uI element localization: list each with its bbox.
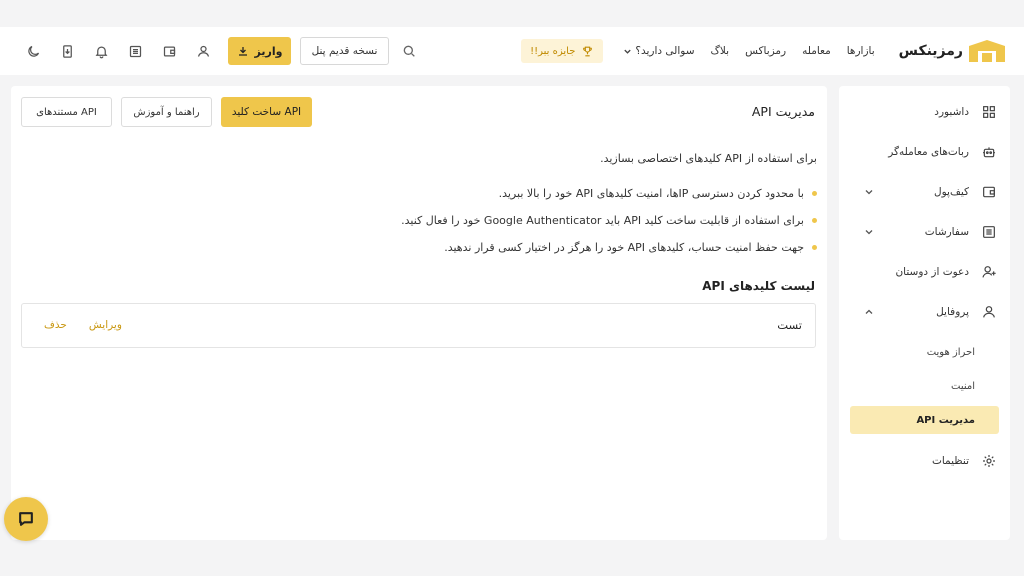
sidebar-sub-security[interactable]: امنیت <box>850 372 999 400</box>
nav-ramzbox-label: رمزباکس <box>745 45 787 57</box>
sidebar-item-dashboard[interactable]: داشبورد <box>850 97 999 127</box>
nav-markets[interactable]: بازارها <box>847 45 875 57</box>
dashboard-icon <box>981 104 997 120</box>
sidebar-item-label: ربات‌های معامله‌گر <box>888 146 969 158</box>
sidebar-sub-api[interactable]: مدیریت API <box>850 406 999 434</box>
top-header: واریز نسخه قدیم پنل رمزینکس بازارها معام… <box>0 27 1024 75</box>
sidebar-item-label: کیف‌پول <box>933 186 969 198</box>
bullet-dot <box>812 218 817 223</box>
header-actions: واریز نسخه قدیم پنل <box>22 37 417 65</box>
header-nav: رمزینکس بازارها معامله رمزباکس بلاگ سوال… <box>521 37 1005 65</box>
trophy-icon <box>583 46 593 56</box>
moon-icon[interactable] <box>22 40 44 62</box>
sidebar-item-label: داشبورد <box>934 106 969 118</box>
prize-button[interactable]: جایزه ببر!! <box>521 39 604 63</box>
deposit-button[interactable]: واریز <box>228 37 291 65</box>
intro-text: برای استفاده از API کلیدهای اختصاصی بساز… <box>600 152 817 165</box>
bullet-text: با محدود کردن دسترسی IPها، امنیت کلیدهای… <box>498 187 804 200</box>
gear-icon <box>981 453 997 469</box>
sidebar-item-invite[interactable]: دعوت از دوستان <box>850 257 999 287</box>
sidebar: داشبورد ربات‌های معامله‌گر کیف‌پول سفارش… <box>839 86 1010 540</box>
deposit-doc-icon[interactable] <box>56 40 78 62</box>
sidebar-item-orders[interactable]: سفارشات <box>850 217 999 247</box>
orders-icon <box>981 224 997 240</box>
sidebar-item-wallet[interactable]: کیف‌پول <box>850 177 999 207</box>
table-row: تست حذف ویرایش <box>21 303 816 348</box>
sidebar-item-label: دعوت از دوستان <box>895 266 969 278</box>
bell-icon[interactable] <box>90 40 112 62</box>
api-docs-button[interactable]: مستندهای API <box>21 97 112 127</box>
logo[interactable]: رمزینکس <box>899 40 1005 62</box>
edit-link[interactable]: ویرایش <box>89 319 122 331</box>
api-key-name: تست <box>777 318 802 332</box>
prize-label: جایزه ببر!! <box>530 45 576 57</box>
sidebar-sub-kyc[interactable]: احراز هویت <box>850 338 999 366</box>
nav-faq-label: سوالی دارید؟ <box>635 45 695 57</box>
chevron-down-icon[interactable] <box>864 227 874 237</box>
nav-trade-label: معامله <box>802 45 831 57</box>
nav-ramzbox[interactable]: رمزباکس <box>745 45 786 57</box>
nav-blog-label: بلاگ <box>710 45 730 57</box>
wallet-icon <box>981 184 997 200</box>
list-item: با محدود کردن دسترسی IPها، امنیت کلیدهای… <box>401 180 817 207</box>
nav-trade[interactable]: معامله <box>802 45 831 57</box>
guide-button[interactable]: راهنما و آموزش <box>121 97 212 127</box>
search-icon[interactable] <box>401 43 417 59</box>
logo-text: رمزینکس <box>898 43 964 59</box>
wallet-icon[interactable] <box>158 40 180 62</box>
old-panel-label: نسخه قدیم پنل <box>311 45 378 57</box>
bullet-text: برای استفاده از قابلیت ساخت کلید API بای… <box>401 214 804 227</box>
logo-icon <box>969 40 1005 62</box>
page-title: مدیریت API <box>751 104 815 119</box>
nav-faq[interactable]: سوالی دارید؟ <box>623 45 695 57</box>
action-buttons: مستندهای API راهنما و آموزش ساخت کلید AP… <box>21 97 312 127</box>
user-icon[interactable] <box>192 40 214 62</box>
delete-link[interactable]: حذف <box>44 319 67 331</box>
sidebar-item-label: پروفایل <box>936 306 969 318</box>
chevron-down-icon[interactable] <box>864 187 874 197</box>
list-item: برای استفاده از قابلیت ساخت کلید API بای… <box>401 207 817 234</box>
bullet-dot <box>812 245 817 250</box>
robot-icon <box>981 144 997 160</box>
bullet-dot <box>812 191 817 196</box>
sidebar-item-settings[interactable]: تنظیمات <box>850 446 999 476</box>
chat-icon <box>19 512 33 526</box>
sidebar-item-label: سفارشات <box>924 226 969 238</box>
info-bullets: با محدود کردن دسترسی IPها، امنیت کلیدهای… <box>401 180 817 261</box>
sidebar-sub-label: امنیت <box>951 380 975 392</box>
bullet-text: جهت حفظ امنیت حساب، کلیدهای API خود را ه… <box>444 241 804 254</box>
sidebar-item-profile[interactable]: پروفایل <box>850 297 999 327</box>
main-panel: مدیریت API مستندهای API راهنما و آموزش س… <box>11 86 827 540</box>
chevron-down-icon <box>624 49 632 54</box>
api-keys-list-title: لیست کلیدهای API <box>702 279 815 293</box>
chevron-up-icon[interactable] <box>864 307 874 317</box>
deposit-label: واریز <box>254 44 283 58</box>
sidebar-item-label: تنظیمات <box>931 455 969 467</box>
sidebar-item-robots[interactable]: ربات‌های معامله‌گر <box>850 137 999 167</box>
invite-icon <box>981 264 997 280</box>
create-api-key-label: ساخت کلید API <box>231 106 302 118</box>
profile-icon <box>981 304 997 320</box>
nav-blog[interactable]: بلاگ <box>711 45 730 57</box>
download-icon <box>238 47 247 56</box>
api-key-actions: حذف ویرایش <box>44 319 122 331</box>
nav-markets-label: بازارها <box>846 45 875 57</box>
sidebar-sub-label: احراز هویت <box>926 346 975 358</box>
api-docs-label: مستندهای API <box>36 106 97 118</box>
create-api-key-button[interactable]: ساخت کلید API <box>221 97 312 127</box>
orders-icon[interactable] <box>124 40 146 62</box>
sidebar-sub-label: مدیریت API <box>916 414 975 426</box>
guide-label: راهنما و آموزش <box>133 106 200 118</box>
old-panel-button[interactable]: نسخه قدیم پنل <box>300 37 389 65</box>
chat-support-button[interactable] <box>4 497 48 541</box>
list-item: جهت حفظ امنیت حساب، کلیدهای API خود را ه… <box>401 234 817 261</box>
